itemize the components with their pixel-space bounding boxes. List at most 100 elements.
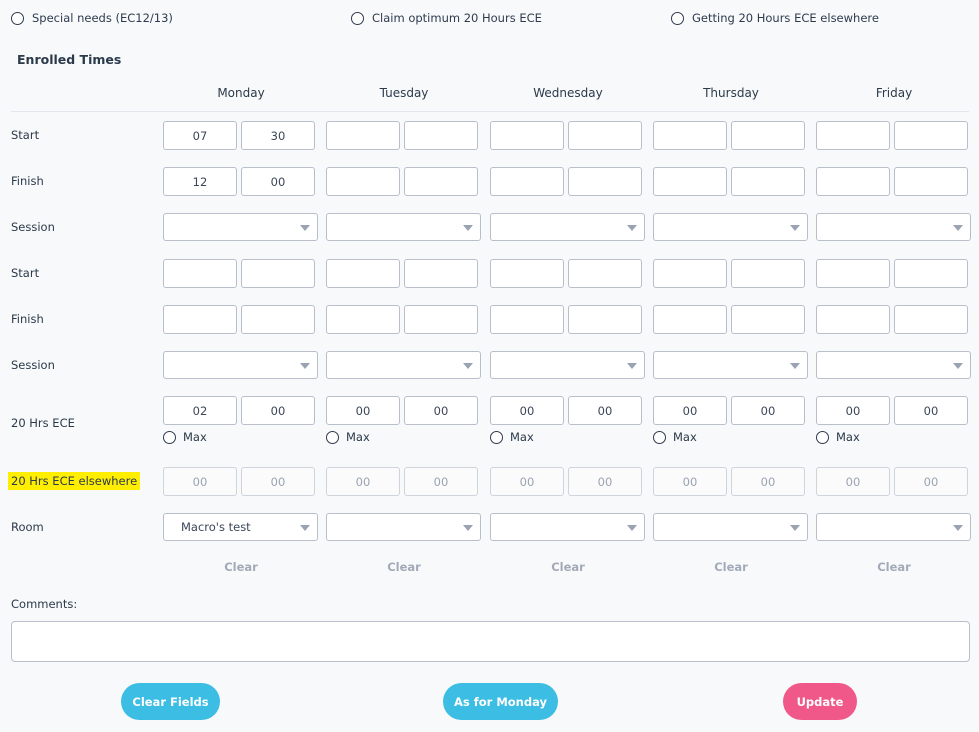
finish-2-hours-friday[interactable] — [816, 305, 890, 334]
finish-1-minutes-friday[interactable] — [894, 167, 968, 196]
ece-minutes-tuesday[interactable]: 00 — [404, 396, 478, 425]
max-option-tuesday[interactable]: Max — [326, 430, 370, 444]
clear-link-thursday[interactable]: Clear — [654, 560, 808, 574]
session-1-select-thursday[interactable] — [653, 213, 808, 241]
start-1-hours-thursday[interactable] — [653, 121, 727, 150]
finish-2-hours-monday[interactable] — [163, 305, 237, 334]
max-option-thursday[interactable]: Max — [653, 430, 697, 444]
session-2-select-wednesday[interactable] — [490, 351, 645, 379]
room-select-friday[interactable] — [816, 513, 971, 541]
claim-optimum-option[interactable]: Claim optimum 20 Hours ECE — [351, 11, 542, 25]
max-option-wednesday[interactable]: Max — [490, 430, 534, 444]
ece-elsewhere-minutes-tuesday[interactable]: 00 — [404, 467, 478, 496]
max-radio[interactable] — [326, 430, 339, 444]
session-1-select-wednesday[interactable] — [490, 213, 645, 241]
start-1-hours-wednesday[interactable] — [490, 121, 564, 150]
room-select-thursday[interactable] — [653, 513, 808, 541]
start-1-minutes-thursday[interactable] — [731, 121, 805, 150]
session-2-select-friday[interactable] — [816, 351, 971, 379]
session-1-select-tuesday[interactable] — [326, 213, 481, 241]
start-1-hours-tuesday[interactable] — [326, 121, 400, 150]
finish-1-hours-wednesday[interactable] — [490, 167, 564, 196]
clear-link-wednesday[interactable]: Clear — [491, 560, 645, 574]
finish-1-hours-monday[interactable]: 12 — [163, 167, 237, 196]
finish-2-hours-tuesday[interactable] — [326, 305, 400, 334]
max-radio[interactable] — [653, 430, 666, 444]
ece-elsewhere-minutes-wednesday[interactable]: 00 — [568, 467, 642, 496]
clear-link-tuesday[interactable]: Clear — [327, 560, 481, 574]
ece-hours-thursday[interactable]: 00 — [653, 396, 727, 425]
start-1-minutes-wednesday[interactable] — [568, 121, 642, 150]
start-2-minutes-friday[interactable] — [894, 259, 968, 288]
max-radio[interactable] — [816, 430, 829, 444]
ece-elsewhere-hours-tuesday[interactable]: 00 — [326, 467, 400, 496]
start-1-minutes-friday[interactable] — [894, 121, 968, 150]
start-2-minutes-monday[interactable] — [241, 259, 315, 288]
finish-2-minutes-wednesday[interactable] — [568, 305, 642, 334]
start-2-hours-thursday[interactable] — [653, 259, 727, 288]
ece-elsewhere-hours-wednesday[interactable]: 00 — [490, 467, 564, 496]
claim-optimum-radio[interactable] — [351, 11, 364, 25]
room-select-tuesday[interactable] — [326, 513, 481, 541]
start-2-hours-friday[interactable] — [816, 259, 890, 288]
ece-elsewhere-hours-thursday[interactable]: 00 — [653, 467, 727, 496]
ece-hours-tuesday[interactable]: 00 — [326, 396, 400, 425]
start-2-hours-wednesday[interactable] — [490, 259, 564, 288]
max-option-monday[interactable]: Max — [163, 430, 207, 444]
comments-textarea[interactable] — [11, 621, 970, 662]
start-2-minutes-tuesday[interactable] — [404, 259, 478, 288]
ece-minutes-monday[interactable]: 00 — [241, 396, 315, 425]
update-button[interactable]: Update — [783, 683, 857, 720]
start-2-minutes-wednesday[interactable] — [568, 259, 642, 288]
ece-elsewhere-minutes-thursday[interactable]: 00 — [731, 467, 805, 496]
session-2-select-monday[interactable] — [163, 351, 318, 379]
finish-1-hours-tuesday[interactable] — [326, 167, 400, 196]
ece-elsewhere-minutes-friday[interactable]: 00 — [894, 467, 968, 496]
start-1-minutes-monday[interactable]: 30 — [241, 121, 315, 150]
finish-2-minutes-friday[interactable] — [894, 305, 968, 334]
room-select-wednesday[interactable] — [490, 513, 645, 541]
finish-2-minutes-monday[interactable] — [241, 305, 315, 334]
finish-1-hours-thursday[interactable] — [653, 167, 727, 196]
finish-1-minutes-thursday[interactable] — [731, 167, 805, 196]
ece-minutes-thursday[interactable]: 00 — [731, 396, 805, 425]
clear-link-friday[interactable]: Clear — [817, 560, 971, 574]
ece-hours-wednesday[interactable]: 00 — [490, 396, 564, 425]
finish-2-hours-thursday[interactable] — [653, 305, 727, 334]
finish-2-hours-wednesday[interactable] — [490, 305, 564, 334]
special-needs-option[interactable]: Special needs (EC12/13) — [11, 11, 173, 25]
clear-fields-button[interactable]: Clear Fields — [121, 683, 220, 720]
finish-1-minutes-monday[interactable]: 00 — [241, 167, 315, 196]
start-2-minutes-thursday[interactable] — [731, 259, 805, 288]
ece-hours-monday[interactable]: 02 — [163, 396, 237, 425]
ece-elsewhere-minutes-monday[interactable]: 00 — [241, 467, 315, 496]
start-1-minutes-tuesday[interactable] — [404, 121, 478, 150]
ece-elsewhere-hours-friday[interactable]: 00 — [816, 467, 890, 496]
session-1-select-monday[interactable] — [163, 213, 318, 241]
elsewhere-option[interactable]: Getting 20 Hours ECE elsewhere — [671, 11, 879, 25]
start-2-hours-tuesday[interactable] — [326, 259, 400, 288]
ece-hours-friday[interactable]: 00 — [816, 396, 890, 425]
session-2-select-tuesday[interactable] — [326, 351, 481, 379]
session-1-select-friday[interactable] — [816, 213, 971, 241]
start-2-hours-monday[interactable] — [163, 259, 237, 288]
max-radio[interactable] — [490, 430, 503, 444]
clear-link-monday[interactable]: Clear — [164, 560, 318, 574]
ece-minutes-wednesday[interactable]: 00 — [568, 396, 642, 425]
max-option-friday[interactable]: Max — [816, 430, 860, 444]
elsewhere-radio[interactable] — [671, 11, 684, 25]
start-1-hours-friday[interactable] — [816, 121, 890, 150]
special-needs-radio[interactable] — [11, 11, 24, 25]
session-2-select-thursday[interactable] — [653, 351, 808, 379]
as-for-monday-button[interactable]: As for Monday — [443, 683, 558, 720]
finish-1-hours-friday[interactable] — [816, 167, 890, 196]
ece-elsewhere-hours-monday[interactable]: 00 — [163, 467, 237, 496]
finish-2-minutes-thursday[interactable] — [731, 305, 805, 334]
start-1-hours-monday[interactable]: 07 — [163, 121, 237, 150]
ece-minutes-friday[interactable]: 00 — [894, 396, 968, 425]
finish-1-minutes-tuesday[interactable] — [404, 167, 478, 196]
room-select-monday[interactable]: Macro's test — [163, 513, 318, 541]
finish-1-minutes-wednesday[interactable] — [568, 167, 642, 196]
finish-2-minutes-tuesday[interactable] — [404, 305, 478, 334]
max-radio[interactable] — [163, 430, 176, 444]
